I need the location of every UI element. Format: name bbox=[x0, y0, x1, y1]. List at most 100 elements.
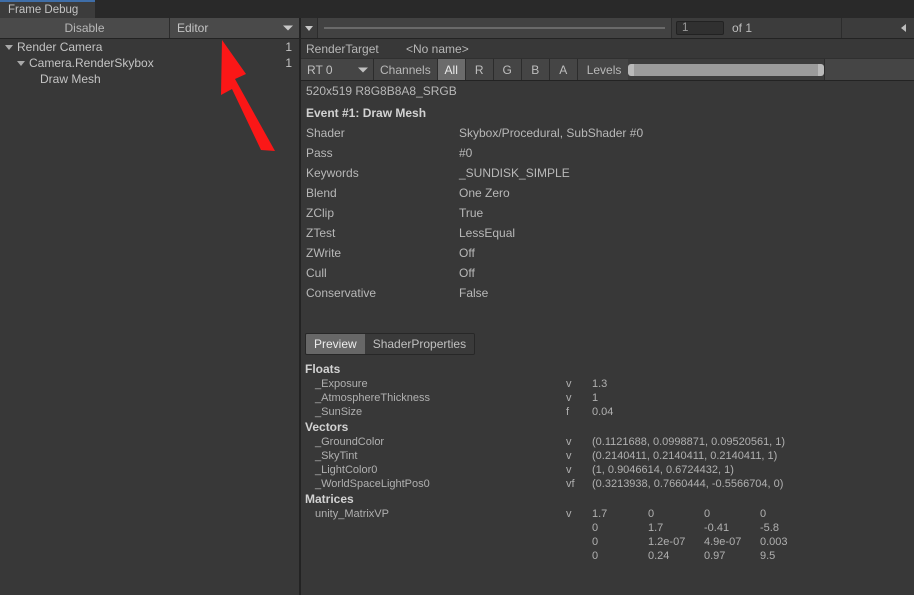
tab-preview-label: Preview bbox=[314, 337, 357, 351]
matrix-row: 0 1.2e-07 4.9e-07 0.003 bbox=[301, 535, 914, 549]
property-name: _LightColor0 bbox=[315, 464, 378, 476]
channels-toolbar: RT 0 Channels All R G B A Levels bbox=[301, 59, 914, 81]
channel-button-g[interactable]: G bbox=[493, 59, 522, 80]
channel-button-b[interactable]: B bbox=[521, 59, 550, 80]
shader-property-row: _WorldSpaceLightPos0 vf (0.3213938, 0.76… bbox=[301, 477, 914, 491]
rt-index-dropdown[interactable]: RT 0 bbox=[301, 59, 374, 80]
channel-button-b-label: B bbox=[531, 62, 540, 77]
matrix-cell: 0 bbox=[760, 508, 767, 520]
levels-slider-max-handle[interactable] bbox=[818, 63, 825, 76]
render-target-label: RenderTarget bbox=[306, 41, 379, 56]
event-tree: Render Camera 1 Camera.RenderSkybox 1 Dr… bbox=[0, 39, 300, 595]
levels-slider-min-handle[interactable] bbox=[628, 63, 635, 76]
channel-button-a-label: A bbox=[559, 62, 568, 77]
property-row-zwrite: ZWrite Off bbox=[301, 243, 914, 263]
matrix-row: 0 0.24 0.97 9.5 bbox=[301, 549, 914, 563]
property-row-pass: Pass #0 bbox=[301, 143, 914, 163]
shader-property-row: _SunSize f 0.04 bbox=[301, 405, 914, 419]
disable-button[interactable]: Disable bbox=[0, 18, 170, 38]
levels-label: Levels bbox=[577, 59, 629, 80]
shader-property-row: unity_MatrixVP v 1.7 0 0 0 bbox=[301, 507, 914, 521]
tab-preview[interactable]: Preview bbox=[306, 334, 365, 354]
matrix-cell: 1.7 bbox=[648, 522, 664, 534]
property-value: (0.1121688, 0.0998871, 0.09520561, 1) bbox=[592, 436, 786, 448]
shader-property-row: _SkyTint v (0.2140411, 0.2140411, 0.2140… bbox=[301, 449, 914, 463]
tree-item-label: Render Camera bbox=[17, 40, 103, 54]
property-type: v bbox=[566, 464, 572, 476]
property-type: v bbox=[566, 450, 572, 462]
property-name: _SkyTint bbox=[315, 450, 358, 462]
channel-button-all[interactable]: All bbox=[437, 59, 466, 80]
tab-shader-properties[interactable]: ShaderProperties bbox=[364, 334, 475, 354]
property-type: v bbox=[566, 378, 572, 390]
property-type: v bbox=[566, 436, 572, 448]
levels-range-slider[interactable] bbox=[628, 63, 825, 76]
property-key: Cull bbox=[306, 266, 327, 280]
levels-slider-fill bbox=[634, 63, 819, 76]
property-name: _Exposure bbox=[315, 378, 368, 390]
tree-item-label: Camera.RenderSkybox bbox=[29, 56, 154, 70]
tab-frame-debug[interactable]: Frame Debug bbox=[0, 0, 95, 18]
property-row-cull: Cull Off bbox=[301, 263, 914, 283]
tree-item-count: 1 bbox=[285, 40, 292, 54]
matrix-cell: 0 bbox=[648, 508, 655, 520]
matrix-cell: 4.9e-07 bbox=[704, 536, 742, 548]
matrix-cell: 0 bbox=[592, 522, 599, 534]
property-key: Conservative bbox=[306, 286, 377, 300]
property-name: _SunSize bbox=[315, 406, 363, 418]
property-value: 1 bbox=[592, 392, 599, 404]
event-slider[interactable] bbox=[317, 18, 672, 38]
tree-item-draw-mesh[interactable]: Draw Mesh bbox=[0, 71, 300, 87]
property-key: Shader bbox=[306, 126, 345, 140]
property-type: f bbox=[566, 406, 570, 418]
frame-debugger-window: Frame Debug Disable Editor Render Camera… bbox=[0, 0, 914, 595]
property-value: Off bbox=[459, 266, 475, 280]
event-total-label: of 1 bbox=[732, 21, 753, 35]
property-row-conservative: Conservative False bbox=[301, 283, 914, 303]
matrix-cell: 9.5 bbox=[760, 550, 776, 562]
property-name: _WorldSpaceLightPos0 bbox=[315, 478, 430, 490]
render-target-format: 520x519 R8G8B8A8_SRGB bbox=[306, 84, 457, 98]
event-tree-panel: Disable Editor Render Camera 1 Camera.Re… bbox=[0, 18, 300, 595]
matrix-cell: 0 bbox=[592, 550, 599, 562]
chevron-left-icon bbox=[901, 24, 906, 32]
property-value: False bbox=[459, 286, 489, 300]
tab-shader-properties-label: ShaderProperties bbox=[372, 337, 467, 351]
channel-button-a[interactable]: A bbox=[549, 59, 578, 80]
disclosure-triangle-icon[interactable] bbox=[5, 44, 13, 50]
matrix-cell: 0.24 bbox=[648, 550, 670, 562]
channel-button-r-label: R bbox=[474, 62, 484, 77]
tree-item-render-camera[interactable]: Render Camera 1 bbox=[0, 39, 300, 55]
channels-label: Channels bbox=[374, 59, 438, 80]
matrix-cell: 0 bbox=[704, 508, 711, 520]
property-key: ZTest bbox=[306, 226, 336, 240]
left-toolbar: Disable Editor bbox=[0, 18, 300, 39]
channel-button-r[interactable]: R bbox=[465, 59, 494, 80]
property-value: _SUNDISK_SIMPLE bbox=[459, 166, 570, 180]
chevron-down-icon bbox=[358, 67, 368, 72]
property-key: ZWrite bbox=[306, 246, 342, 260]
shader-property-row: _GroundColor v (0.1121688, 0.0998871, 0.… bbox=[301, 435, 914, 449]
property-value: True bbox=[459, 206, 484, 220]
window-tabstrip: Frame Debug bbox=[0, 0, 914, 18]
matrix-cell: 1.7 bbox=[592, 508, 608, 520]
property-value: LessEqual bbox=[459, 226, 516, 240]
property-value: 0.04 bbox=[592, 406, 614, 418]
channel-button-g-label: G bbox=[502, 62, 512, 77]
event-number-input[interactable]: 1 bbox=[676, 21, 724, 35]
matrix-cell: -5.8 bbox=[760, 522, 779, 534]
matrix-row: 0 1.7 -0.41 -5.8 bbox=[301, 521, 914, 535]
disable-button-label: Disable bbox=[64, 21, 105, 35]
tree-item-camera-renderskybox[interactable]: Camera.RenderSkybox 1 bbox=[0, 55, 300, 71]
target-dropdown[interactable]: Editor bbox=[170, 18, 300, 38]
group-header-floats: Floats bbox=[305, 362, 341, 376]
property-name: unity_MatrixVP bbox=[315, 508, 389, 520]
render-target-row: RenderTarget <No name> bbox=[301, 39, 914, 59]
property-type: vf bbox=[566, 478, 575, 490]
property-key: Keywords bbox=[306, 166, 359, 180]
disclosure-triangle-icon[interactable] bbox=[17, 60, 25, 66]
event-dropdown-button[interactable] bbox=[301, 18, 317, 38]
tree-item-label: Draw Mesh bbox=[40, 72, 101, 86]
event-prev-button[interactable] bbox=[841, 18, 914, 38]
group-header-matrices: Matrices bbox=[305, 492, 354, 506]
